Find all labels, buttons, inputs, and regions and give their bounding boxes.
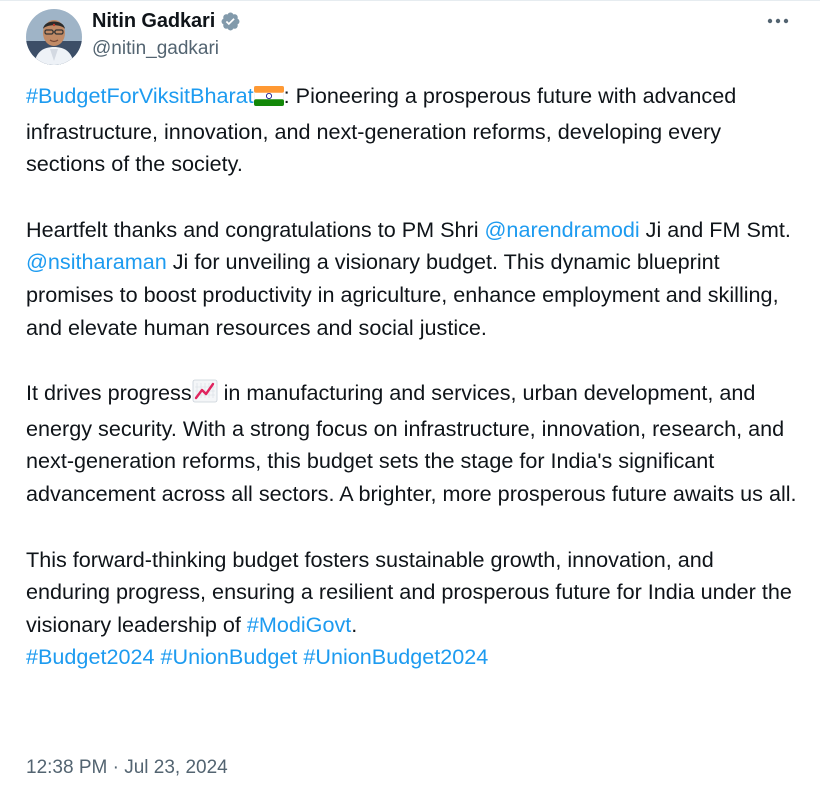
paragraph-2-text-1: Heartfelt thanks and congratulations to … xyxy=(26,216,485,242)
tweet-timestamp[interactable]: 12:38 PM · Jul 23, 2024 xyxy=(26,757,228,779)
paragraph-2: Heartfelt thanks and congratulations to … xyxy=(26,214,802,344)
paragraph-1: #BudgetForViksitBharat: Pioneering a pro… xyxy=(26,80,802,181)
tweet-header: Nitin Gadkari @nitin_gadkari xyxy=(24,7,796,65)
mention-nsitharaman[interactable]: @nsitharaman xyxy=(26,249,167,274)
more-options-icon[interactable] xyxy=(764,9,792,33)
timestamp-separator: · xyxy=(107,757,125,778)
tweet-text: #BudgetForViksitBharat: Pioneering a pro… xyxy=(26,80,802,674)
hashtag-budget2024[interactable]: #Budget2024 xyxy=(26,644,155,669)
india-flag-emoji-icon xyxy=(253,83,284,116)
mention-narendramodi[interactable]: @narendramodi xyxy=(485,217,640,242)
tweet-time: 12:38 PM xyxy=(26,757,108,778)
tweet-date: Jul 23, 2024 xyxy=(124,757,228,778)
paragraph-4-text-2: . xyxy=(351,611,358,637)
hashtag-budgetforviksitbharat[interactable]: #BudgetForViksitBharat xyxy=(26,83,254,108)
display-name-row: Nitin Gadkari xyxy=(92,8,241,34)
tweet-card: Nitin Gadkari @nitin_gadkari #BudgetForV… xyxy=(0,0,820,799)
hashtag-unionbudget2024[interactable]: #UnionBudget2024 xyxy=(303,644,488,669)
paragraph-3: It drives progress in manufacturing and … xyxy=(26,377,802,510)
paragraph-3-text-1: It drives progress xyxy=(26,380,192,406)
paragraph-4: This forward-thinking budget fosters sus… xyxy=(26,544,802,674)
verified-badge-icon xyxy=(220,11,241,32)
hashtag-unionbudget[interactable]: #UnionBudget xyxy=(161,644,298,669)
handle[interactable]: @nitin_gadkari xyxy=(92,38,241,60)
avatar[interactable] xyxy=(26,9,82,65)
chart-increasing-emoji-icon xyxy=(192,379,218,413)
hashtag-modigovt[interactable]: #ModiGovt xyxy=(247,612,351,637)
paragraph-2-text-2: Ji and FM Smt. xyxy=(639,216,791,242)
author-names: Nitin Gadkari @nitin_gadkari xyxy=(92,8,241,60)
display-name[interactable]: Nitin Gadkari xyxy=(92,10,215,33)
paragraph-4-text-1: This forward-thinking budget fosters sus… xyxy=(26,546,792,637)
